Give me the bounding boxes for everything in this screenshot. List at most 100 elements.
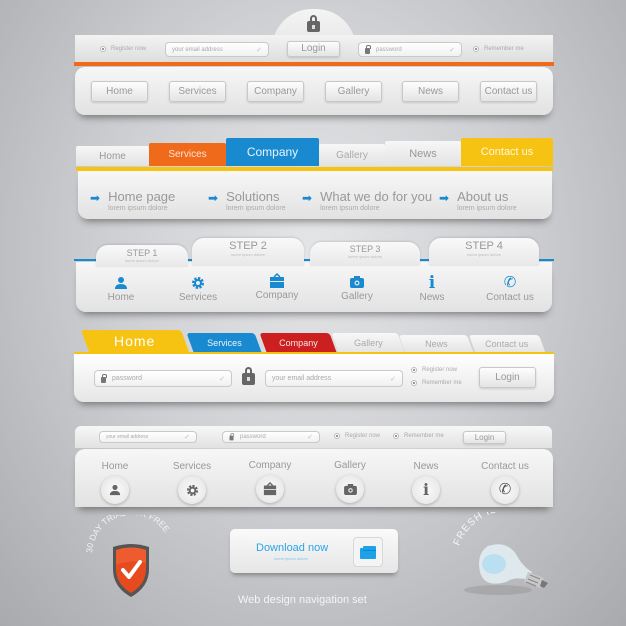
submenu-link-solutions[interactable]: ➡ Solutions lorem ipsum dolore	[208, 189, 286, 212]
password-field[interactable]: password ✓	[358, 42, 462, 57]
nav-button-services[interactable]: Services	[169, 81, 226, 102]
email-placeholder: your email address	[106, 434, 149, 440]
remember-me-label: Remember me	[422, 380, 462, 386]
step-label: STEP 2	[229, 240, 267, 252]
tab-home[interactable]: Home	[80, 330, 190, 352]
tab-services[interactable]: Services	[149, 143, 226, 166]
register-now-radio[interactable]: Register now	[411, 367, 457, 373]
submenu-link-about[interactable]: ➡ About us lorem ipsum dolore	[439, 189, 517, 212]
step-label: STEP 3	[349, 244, 381, 254]
register-now-label: Register now	[422, 367, 458, 373]
email-placeholder: your email address	[272, 375, 332, 382]
tab-label: News	[424, 338, 448, 349]
remember-me-radio[interactable]: Remember me	[411, 380, 462, 386]
nav-button-contact[interactable]: Contact us	[480, 81, 537, 102]
camera-icon	[322, 274, 392, 290]
tab-home[interactable]: Home	[76, 146, 149, 166]
nav-item-contact[interactable]: Contact us ✆	[470, 461, 540, 504]
step-4-tab[interactable]: STEP 4 lorem ipsum dolore	[429, 238, 539, 266]
panel-tabs-slanted: Home Services Company Gallery News Conta…	[80, 330, 550, 352]
lock-icon	[307, 15, 320, 32]
nav-button-company[interactable]: Company	[247, 81, 304, 102]
password-field[interactable]: password ✓	[222, 431, 320, 443]
nav-button-news[interactable]: News	[402, 81, 459, 102]
nav-item-home[interactable]: Home	[86, 275, 156, 303]
step-1-tab[interactable]: STEP 1 lorem ipsum dolore	[96, 245, 188, 267]
register-now-radio[interactable]: Register now	[100, 46, 146, 52]
tab-label: Company	[278, 337, 318, 348]
tab-company[interactable]: Company	[259, 333, 337, 352]
submenu-link-home[interactable]: ➡ Home page lorem ipsum dolore	[90, 189, 175, 212]
tab-label: Gallery	[353, 337, 383, 348]
folder-icon-frame	[353, 537, 383, 567]
remember-me-label: Remember me	[404, 433, 444, 439]
submenu-link-what-we-do[interactable]: ➡ What we do for you lorem ipsum dolore	[302, 189, 432, 212]
nav-item-news[interactable]: i News	[397, 275, 467, 304]
arrow-right-icon: ➡	[302, 191, 313, 205]
step-2-tab[interactable]: STEP 2 lorem ipsum dolore	[192, 238, 304, 266]
nav-label: Company	[248, 460, 292, 471]
nav-label: Services	[178, 292, 218, 303]
register-now-radio[interactable]: Register now	[334, 433, 380, 439]
lock-icon	[365, 44, 371, 54]
tab-contact[interactable]: Contact us	[468, 335, 546, 352]
tab-company[interactable]: Company	[226, 138, 319, 166]
tab-gallery[interactable]: Gallery	[319, 144, 385, 166]
briefcase-icon	[242, 273, 312, 289]
download-label: Download now	[256, 542, 329, 554]
arrow-right-icon: ➡	[208, 191, 219, 205]
nav-item-company[interactable]: Company	[235, 460, 305, 503]
tab-gallery[interactable]: Gallery	[331, 333, 405, 352]
password-placeholder: password	[112, 375, 142, 382]
nav-item-contact[interactable]: ✆ Contact us	[475, 275, 545, 303]
email-field[interactable]: your email address ✓	[265, 370, 403, 387]
caption: Web design navigation set	[238, 594, 367, 606]
nav-item-services[interactable]: Services	[157, 461, 227, 504]
folder-icon	[360, 545, 376, 559]
nav-item-news[interactable]: News i	[391, 461, 461, 504]
link-subtitle: lorem ipsum dolore	[457, 205, 517, 212]
step-label: STEP 4	[465, 240, 503, 252]
nav-item-gallery[interactable]: Gallery	[322, 274, 392, 302]
nav-item-company[interactable]: Company	[242, 273, 312, 301]
step-3-tab[interactable]: STEP 3 lorem ipsum dolore	[310, 242, 420, 266]
remember-me-radio[interactable]: Remember me	[393, 433, 444, 439]
link-title: Home page	[108, 189, 176, 204]
check-icon: ✓	[307, 434, 313, 441]
trial-badge: 30 DAY TRIAL FOR FREE	[80, 507, 180, 605]
nav-button-gallery[interactable]: Gallery	[325, 81, 382, 102]
nav-item-services[interactable]: Services	[163, 275, 233, 303]
email-placeholder: your email address	[172, 46, 223, 53]
download-button[interactable]: Download now lorem ipsum dolore	[230, 529, 398, 573]
login-button[interactable]: Login	[479, 367, 536, 388]
remember-me-label: Remember me	[484, 46, 524, 52]
login-button[interactable]: Login	[287, 41, 340, 57]
lock-icon	[229, 433, 235, 441]
email-field[interactable]: your email address ✓	[99, 431, 197, 443]
lock-icon	[242, 367, 255, 385]
check-icon: ✓	[256, 46, 262, 54]
shield-check-icon	[111, 543, 151, 604]
link-title: Solutions	[226, 189, 280, 204]
nav-label: Company	[255, 290, 299, 301]
tab-news[interactable]: News	[385, 141, 461, 166]
check-icon: ✓	[219, 375, 225, 383]
tab-contact[interactable]: Contact us	[461, 138, 553, 166]
link-subtitle: lorem ipsum dolore	[320, 205, 380, 212]
email-field[interactable]: your email address ✓	[165, 42, 269, 57]
tab-services[interactable]: Services	[186, 333, 262, 352]
link-title: About us	[457, 189, 509, 204]
briefcase-icon	[256, 475, 284, 503]
tab-news[interactable]: News	[398, 335, 474, 352]
password-field[interactable]: password ✓	[94, 370, 232, 387]
user-icon	[101, 476, 129, 504]
login-button[interactable]: Login	[463, 431, 506, 444]
nav-button-home[interactable]: Home	[91, 81, 148, 102]
lightbulb-icon	[458, 542, 558, 602]
check-icon: ✓	[184, 434, 190, 441]
tab-label: Home	[114, 333, 156, 349]
nav-item-gallery[interactable]: Gallery	[315, 460, 385, 503]
check-icon: ✓	[449, 46, 455, 54]
nav-item-home[interactable]: Home	[80, 461, 150, 504]
remember-me-radio[interactable]: Remember me	[473, 46, 524, 52]
